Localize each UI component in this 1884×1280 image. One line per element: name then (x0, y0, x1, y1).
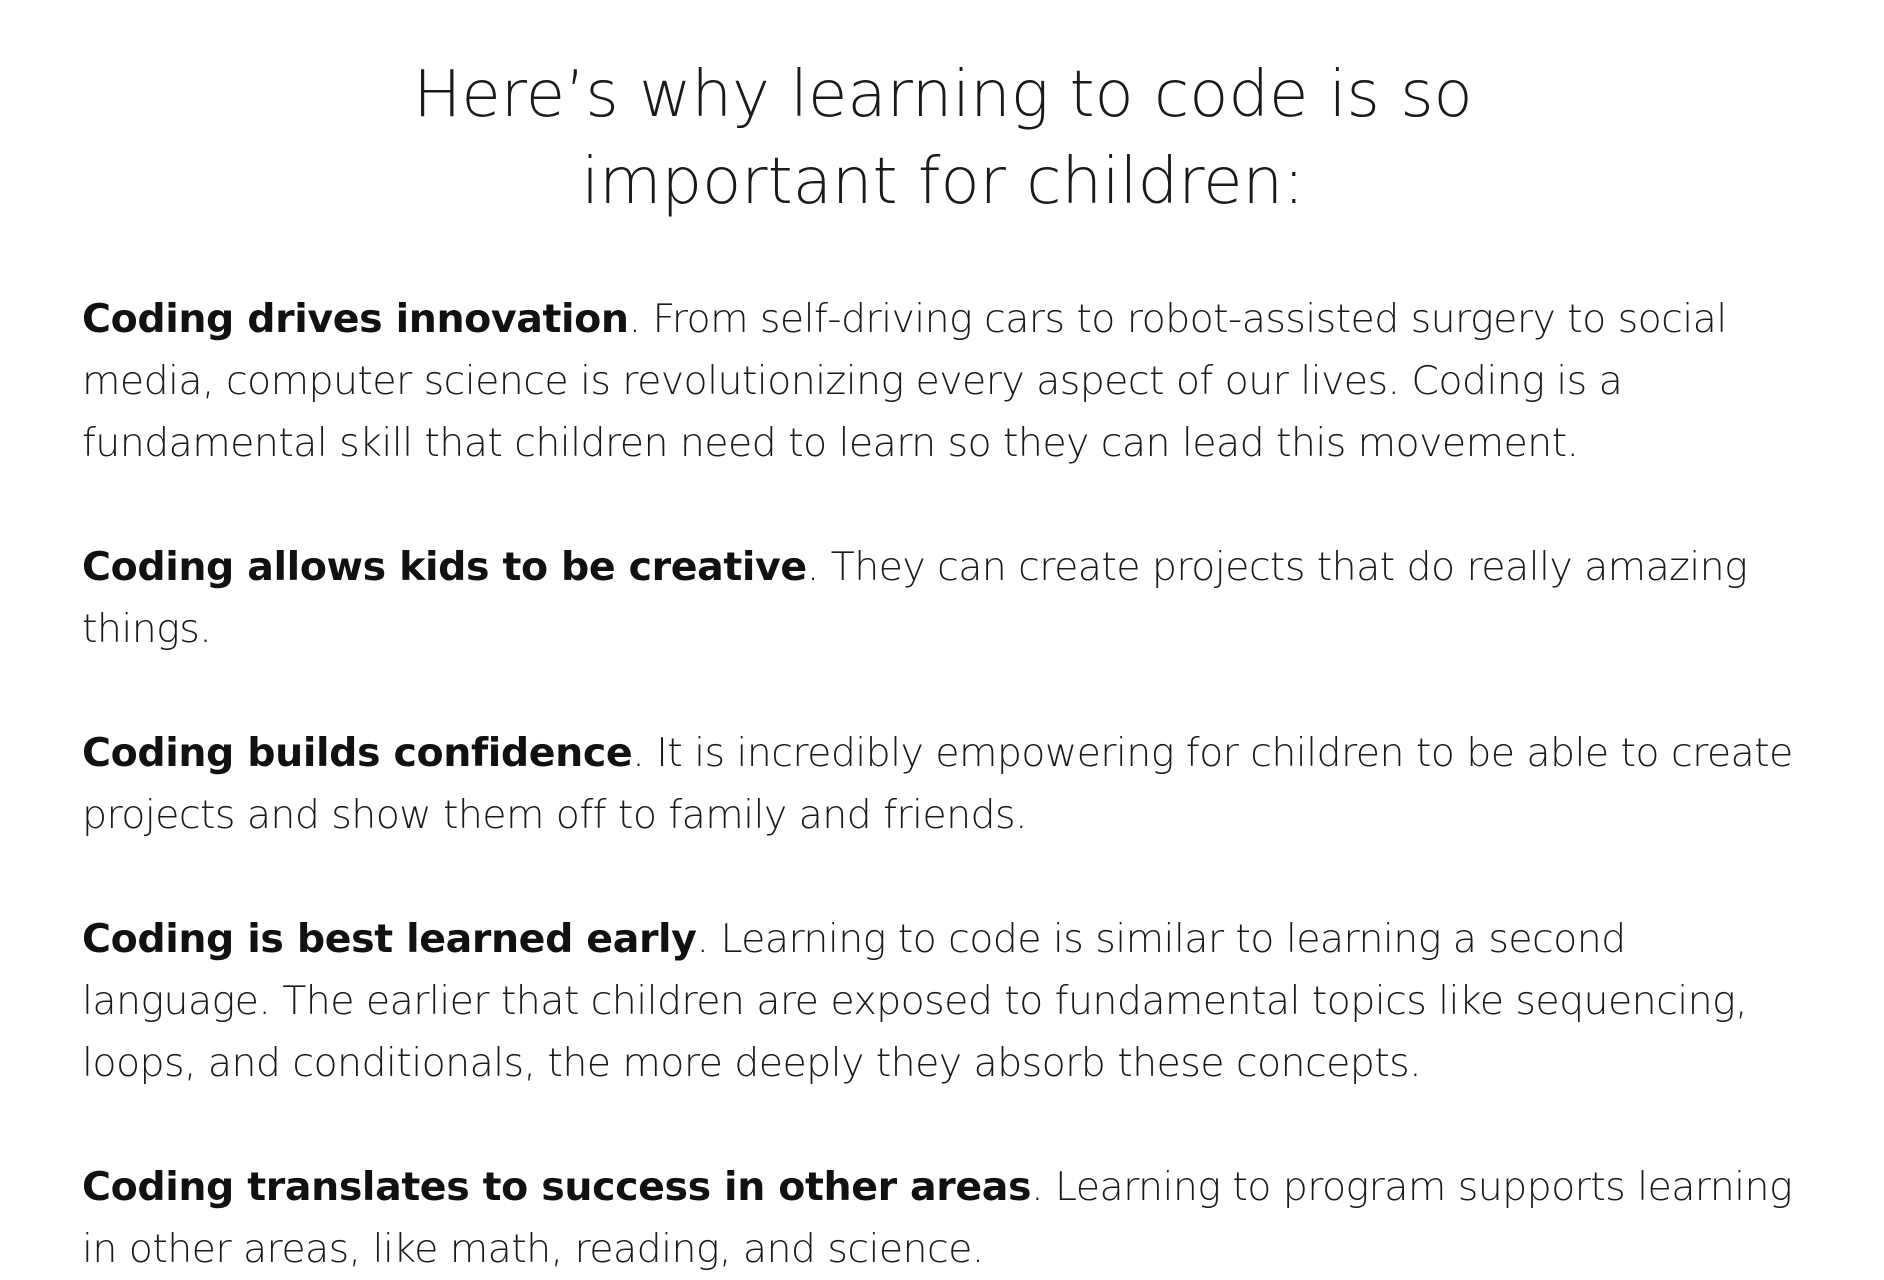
benefit-item: Coding builds confidence. It is incredib… (82, 722, 1804, 846)
benefit-item: Coding is best learned early. Learning t… (82, 908, 1804, 1094)
benefit-separator: . (628, 296, 642, 342)
benefit-heading: Coding translates to success in other ar… (82, 1164, 1032, 1210)
benefit-separator: . (806, 544, 820, 590)
benefit-heading: Coding allows kids to be creative (82, 544, 807, 590)
article: Here’s why learning to code is so import… (0, 0, 1884, 1272)
benefit-heading: Coding builds confidence (82, 730, 633, 776)
benefit-separator: . (696, 916, 710, 962)
benefit-heading: Coding drives innovation (82, 296, 629, 342)
page-title: Here’s why learning to code is so import… (413, 58, 1473, 219)
benefit-heading: Coding is best learned early (82, 916, 697, 962)
benefit-separator: . (632, 730, 645, 776)
benefit-list: Coding drives innovation. From self-driv… (82, 288, 1804, 1280)
benefit-item: Coding allows kids to be creative. They … (82, 536, 1804, 660)
benefit-item: Coding drives innovation. From self-driv… (82, 288, 1804, 474)
benefit-separator: . (1031, 1164, 1044, 1210)
benefit-item: Coding translates to success in other ar… (82, 1156, 1804, 1280)
